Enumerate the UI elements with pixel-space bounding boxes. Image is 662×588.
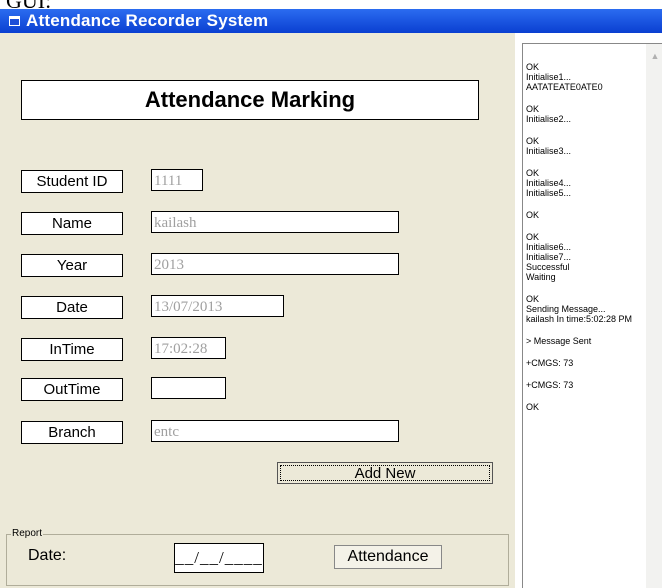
log-entry: OK Initialise4... Initialise5... xyxy=(526,168,646,198)
log-entry: OK xyxy=(526,402,646,412)
attendance-button[interactable]: Attendance xyxy=(334,545,442,569)
log-line: OK xyxy=(526,232,540,242)
date-field[interactable]: 13/07/2013 xyxy=(151,295,284,317)
year-field[interactable]: 2013 xyxy=(151,253,399,275)
log-entry: OK Sending Message... kailash In time:5:02… xyxy=(526,294,646,324)
log-line: Initialise3... xyxy=(526,146,572,156)
report-legend: Report xyxy=(11,528,44,539)
log-line: Initialise7... xyxy=(526,252,572,262)
log-line: Initialise4... xyxy=(526,178,572,188)
log-entry: OK Initialise6... Initialise7... Successful… xyxy=(526,232,646,282)
log-entry: OK Initialise3... xyxy=(526,136,646,156)
log-entry: > Message Sent xyxy=(526,336,646,346)
log-line: > Message Sent xyxy=(526,336,592,346)
log-line: Sending Message... xyxy=(526,304,606,314)
branch-label: Branch xyxy=(21,421,123,444)
log-line: Successful xyxy=(526,262,570,272)
log-line: kailash In time:5:02:28 PM xyxy=(526,314,633,324)
log-line: Initialise1... xyxy=(526,72,572,82)
log-line: OK xyxy=(526,294,540,304)
log-line: Initialise5... xyxy=(526,188,572,198)
add-new-button[interactable]: Add New xyxy=(277,462,493,484)
outtime-label: OutTime xyxy=(21,378,123,401)
outtime-field[interactable] xyxy=(151,377,226,399)
log-line: Initialise6... xyxy=(526,242,572,252)
intime-label: InTime xyxy=(21,338,123,361)
intime-field[interactable]: 17:02:28 xyxy=(151,337,226,359)
log-entry: OK Initialise2... xyxy=(526,104,646,124)
year-label: Year xyxy=(21,254,123,277)
log-line: OK xyxy=(526,104,540,114)
log-line: OK xyxy=(526,62,540,72)
name-field[interactable]: kailash xyxy=(151,211,399,233)
log-entry: +CMGS: 73 xyxy=(526,380,646,390)
window-icon[interactable] xyxy=(9,16,20,26)
report-group: Report Date: __/__/____ Attendance xyxy=(6,528,509,586)
name-label: Name xyxy=(21,212,123,235)
log-line: AATATEATE0ATE0 xyxy=(526,82,603,92)
log-line: OK xyxy=(526,136,540,146)
log-line: Waiting xyxy=(526,272,556,282)
log-entry: +CMGS: 73 xyxy=(526,358,646,368)
log-line: OK xyxy=(526,168,540,178)
log-line: +CMGS: 73 xyxy=(526,380,574,390)
student-id-field[interactable]: 1111 xyxy=(151,169,203,191)
log-entry: OK xyxy=(526,210,646,220)
title-bar[interactable]: Attendance Recorder System xyxy=(0,9,662,33)
date-label: Date xyxy=(21,296,123,319)
log-entry: OK Initialise1... AATATEATE0ATE0 xyxy=(526,62,646,92)
window-title: Attendance Recorder System xyxy=(26,11,269,30)
log-line: OK xyxy=(526,210,540,220)
branch-field[interactable]: entc xyxy=(151,420,399,442)
log-panel[interactable]: OK Initialise1... AATATEATE0ATE0 OK Initiali… xyxy=(522,43,662,588)
log-line: Initialise2... xyxy=(526,114,572,124)
log-text: OK Initialise1... AATATEATE0ATE0 OK Initiali… xyxy=(526,62,646,424)
report-date-input[interactable]: __/__/____ xyxy=(174,543,264,573)
scroll-up-icon[interactable]: ▲ xyxy=(648,49,662,63)
form-heading: Attendance Marking xyxy=(21,80,479,120)
report-date-label: Date: xyxy=(28,547,67,564)
student-id-label: Student ID xyxy=(21,170,123,193)
log-line: OK xyxy=(526,402,540,412)
log-line: +CMGS: 73 xyxy=(526,358,574,368)
log-scrollbar[interactable]: ▲ xyxy=(646,44,662,588)
